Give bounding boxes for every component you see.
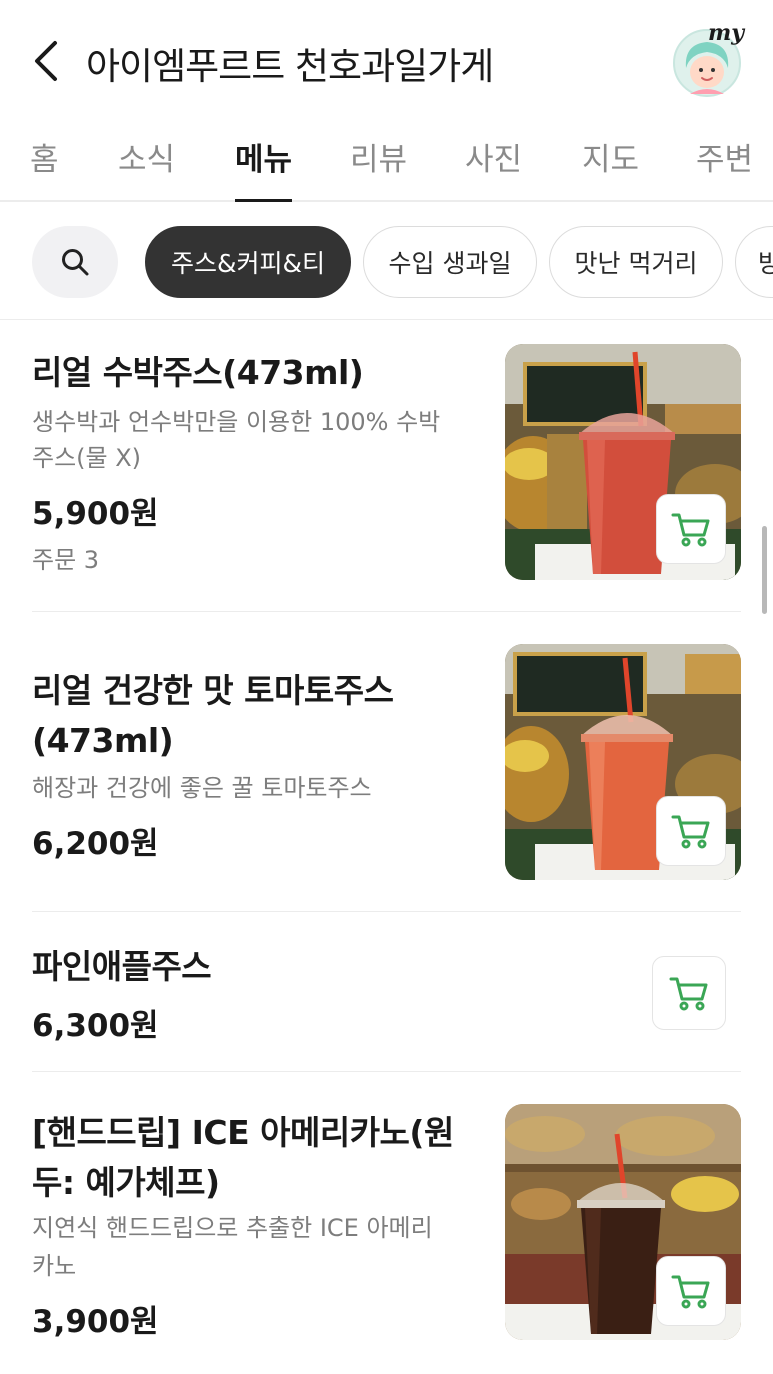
category-chips: 주스&커피&티 수입 생과일 맛난 먹거리 방: [0, 202, 773, 320]
cart-icon: [669, 977, 708, 1011]
menu-item[interactable]: [핸드드립] ICE 아메리카노(원 두: 예가체프) 지연식 핸드드립으로 추…: [32, 1072, 741, 1374]
cart-icon: [671, 1275, 710, 1309]
item-name-line-2: (473ml): [32, 721, 174, 760]
app-header: 아이엠푸르트 천호과일가게 my: [0, 0, 773, 120]
item-price: 6,300원: [32, 1008, 159, 1044]
chip-tasty-food[interactable]: 맛난 먹거리: [549, 226, 723, 298]
add-to-cart-button[interactable]: [656, 1256, 726, 1326]
menu-item[interactable]: 파인애플주스 6,300원: [32, 912, 741, 1072]
search-icon: [62, 249, 89, 276]
item-price: 3,900원: [32, 1304, 159, 1340]
cart-icon: [671, 513, 710, 547]
tab-nearby[interactable]: 주변: [696, 134, 753, 202]
tab-photos[interactable]: 사진: [465, 134, 522, 202]
item-price: 5,900원: [32, 496, 159, 532]
item-price: 6,200원: [32, 826, 159, 862]
chip-juice-coffee-tea[interactable]: 주스&커피&티: [145, 226, 351, 298]
item-name-line-2: 두: 예가체프): [32, 1163, 220, 1202]
item-description-line: 카노: [32, 1252, 77, 1280]
my-label: my: [708, 20, 745, 46]
tab-reviews[interactable]: 리뷰: [350, 134, 407, 202]
scrollbar[interactable]: [762, 526, 767, 614]
menu-search-button[interactable]: [32, 226, 118, 298]
add-to-cart-button[interactable]: [656, 494, 726, 564]
item-description-line: 생수박과 언수박만을 이용한 100% 수박: [32, 408, 441, 436]
tab-news[interactable]: 소식: [118, 134, 175, 202]
back-button[interactable]: [26, 38, 66, 84]
chip-more[interactable]: 방: [735, 226, 773, 298]
tab-map[interactable]: 지도: [582, 134, 639, 202]
item-name: 리얼 수박주스(473ml): [32, 353, 364, 392]
item-name: [핸드드립] ICE 아메리카노(원: [32, 1113, 454, 1152]
menu-item[interactable]: 리얼 수박주스(473ml) 생수박과 언수박만을 이용한 100% 수박 주스…: [32, 320, 741, 612]
store-tabs: 홈 소식 메뉴 리뷰 사진 지도 주변: [0, 120, 773, 202]
item-name: 파인애플주스: [32, 947, 212, 986]
item-order-count: 주문 3: [32, 546, 100, 574]
tab-home[interactable]: 홈: [30, 134, 59, 202]
add-to-cart-button[interactable]: [652, 956, 726, 1030]
add-to-cart-button[interactable]: [656, 796, 726, 866]
chip-imported-fruit[interactable]: 수입 생과일: [363, 226, 537, 298]
page-title: 아이엠푸르트 천호과일가게: [86, 45, 494, 88]
tab-menu[interactable]: 메뉴: [235, 134, 293, 202]
menu-item[interactable]: 리얼 건강한 맛 토마토주스 (473ml) 해장과 건강에 좋은 꿀 토마토주…: [32, 612, 741, 912]
item-name: 리얼 건강한 맛 토마토주스: [32, 671, 394, 710]
cart-icon: [671, 815, 710, 849]
chevron-left-icon: [35, 41, 57, 81]
item-description-line: 주스(물 X): [32, 444, 142, 472]
item-description-line: 지연식 핸드드립으로 추출한 ICE 아메리: [32, 1214, 433, 1242]
item-description-line: 해장과 건강에 좋은 꿀 토마토주스: [32, 774, 372, 802]
